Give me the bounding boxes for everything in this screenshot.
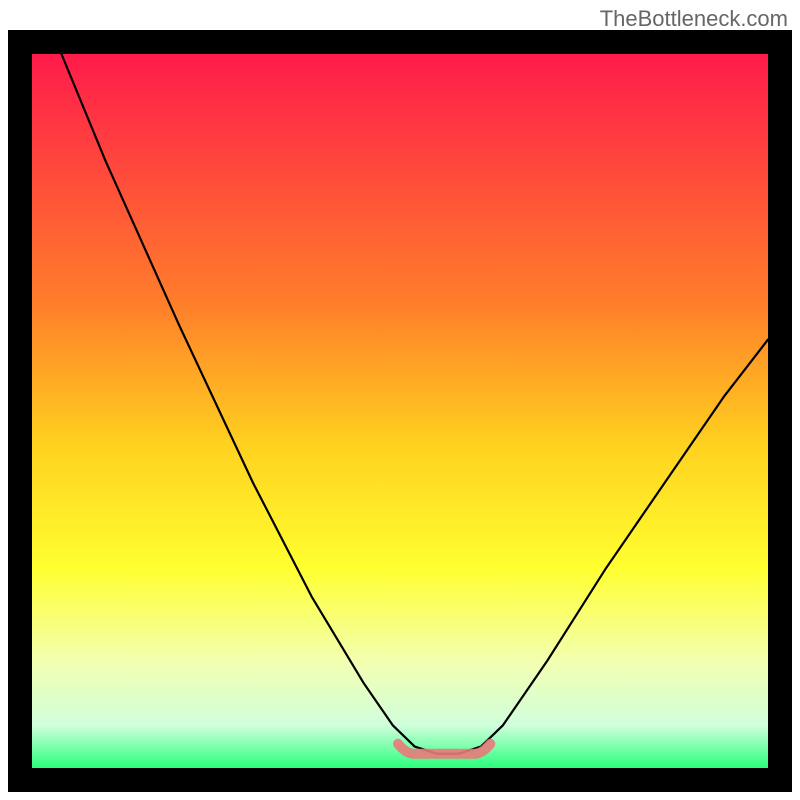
chart-frame (8, 30, 792, 792)
chart-svg (8, 30, 792, 792)
watermark-text: TheBottleneck.com (600, 6, 788, 32)
chart-container: TheBottleneck.com (0, 0, 800, 800)
